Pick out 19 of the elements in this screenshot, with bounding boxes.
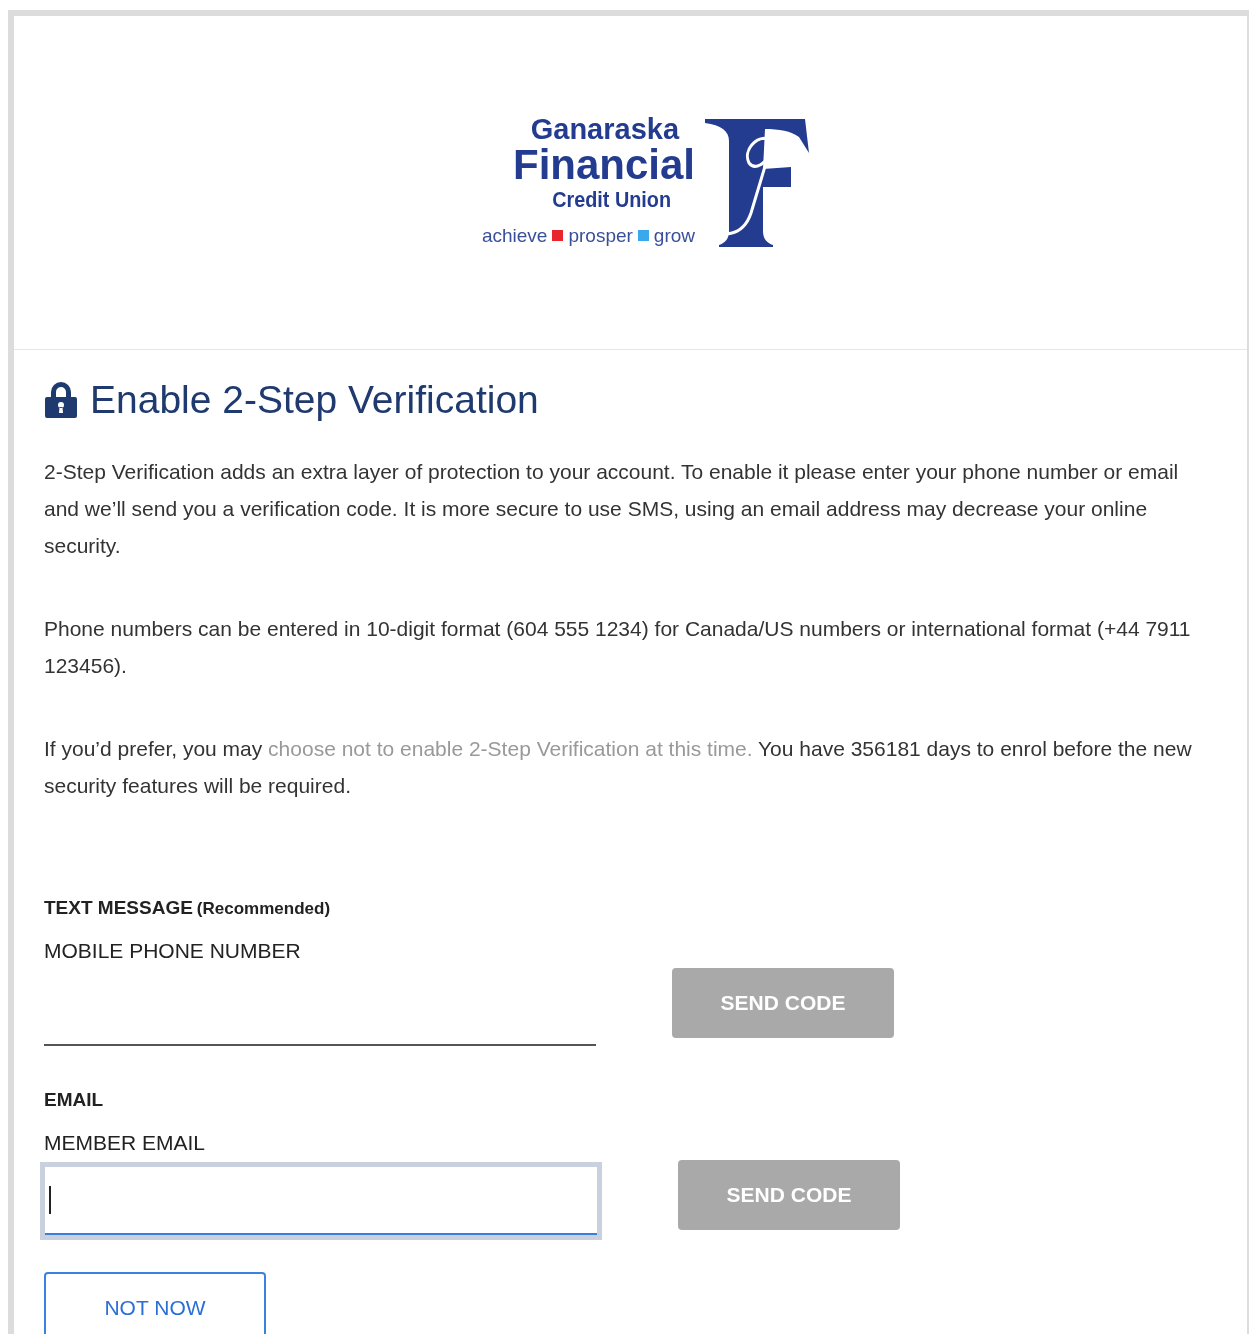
text-cursor — [49, 1186, 51, 1214]
section-title: EMAIL — [44, 1088, 104, 1112]
tagline-text: achieve — [481, 223, 548, 248]
tagline-text: grow — [653, 223, 696, 248]
intro-paragraph: 2-Step Verification adds an extra layer of protection to your account. To enable it please enter your phone number or email and we’ll send you a verification code. It is more secure to use SMS, using an email address may decrease your online security. — [44, 459, 1180, 559]
logo-text: Financial — [513, 144, 696, 186]
phone-format-paragraph: Phone numbers can be entered in 10-digit format (604 555 1234) for Canada/US numbers or international format (+44 7911 123456). — [44, 616, 1192, 679]
logo-text: Ganaraska — [530, 115, 680, 144]
field-label: MOBILE PHONE NUMBER — [44, 937, 302, 964]
not-now-button[interactable]: NOT NOW — [44, 1272, 266, 1334]
logo-text: Credit Union — [552, 186, 672, 214]
opt-out-link[interactable]: choose not to enable 2-Step Verification at this time. — [268, 737, 753, 760]
lock-icon — [44, 380, 78, 419]
tagline-text: prosper — [568, 223, 633, 248]
field-label: MEMBER EMAIL — [44, 1129, 207, 1156]
section-title: TEXT MESSAGE — [44, 896, 193, 920]
section-note: (Recommended) — [196, 898, 331, 920]
opt-out-paragraph: If you’d prefer, you may choose not to enable 2-Step Verification at this time. You have 356181 days to enrol before the new security features will be required. — [44, 736, 1193, 799]
page-heading: Enable 2-Step Verification — [90, 380, 539, 419]
